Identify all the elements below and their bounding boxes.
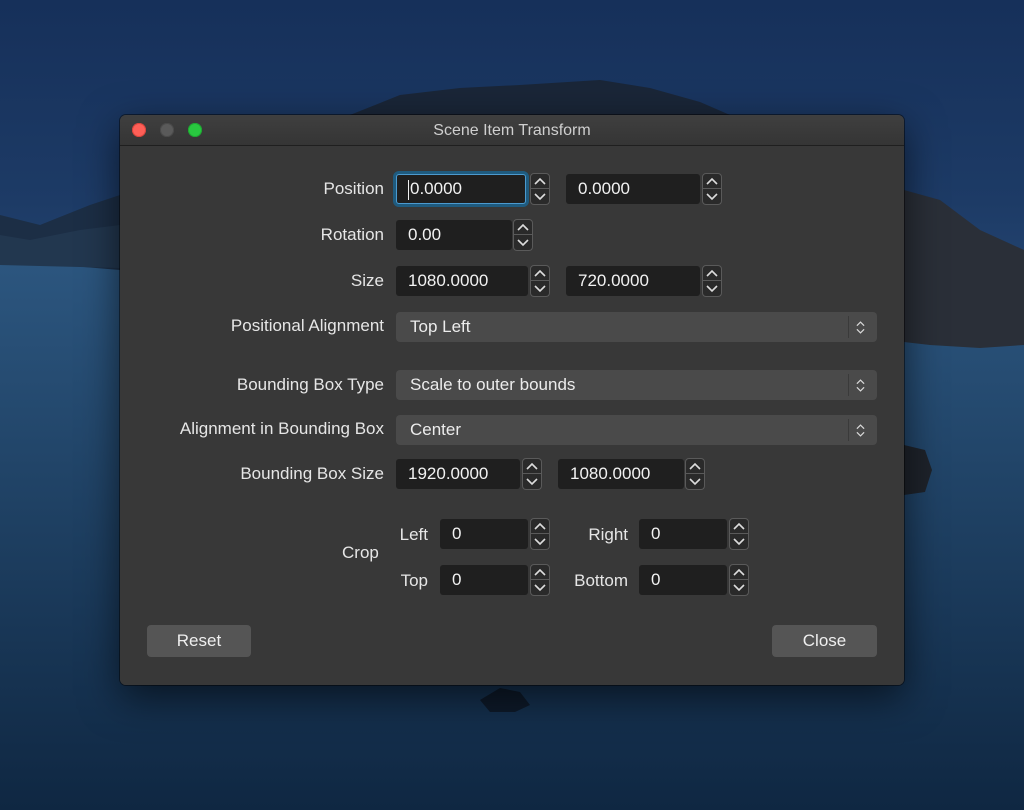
position-label: Position — [323, 179, 384, 198]
size-label: Size — [350, 271, 384, 290]
position-x-value: 0.0000 — [410, 179, 462, 198]
crop-top-label: Top — [400, 571, 428, 590]
crop-top-decrement-button[interactable] — [530, 580, 550, 596]
chevron-down-icon — [534, 537, 546, 545]
crop-bottom-increment-button[interactable] — [729, 564, 749, 580]
crop-bottom-label: Bottom — [574, 571, 628, 590]
bounding-box-width-increment-button[interactable] — [522, 458, 542, 474]
size-width-increment-button[interactable] — [530, 265, 550, 281]
chevron-up-icon — [534, 522, 546, 530]
window-title: Scene Item Transform — [433, 122, 591, 139]
bounding-box-type-label: Bounding Box Type — [236, 375, 384, 394]
chevron-down-icon — [706, 192, 718, 200]
crop-top-stepper[interactable] — [530, 564, 550, 596]
chevron-up-icon — [706, 269, 718, 277]
positional-alignment-select[interactable]: Top Left — [396, 312, 877, 342]
chevron-up-icon — [733, 568, 745, 576]
crop-left-stepper[interactable] — [530, 518, 550, 550]
size-height-input[interactable]: 720.0000 — [566, 266, 700, 296]
chevron-up-icon — [534, 568, 546, 576]
reset-button[interactable]: Reset — [147, 625, 251, 657]
title-bar[interactable]: Scene Item Transform — [120, 115, 904, 146]
position-x-increment-button[interactable] — [530, 173, 550, 189]
rotation-increment-button[interactable] — [513, 219, 533, 235]
crop-bottom-input[interactable]: 0 — [639, 565, 727, 595]
chevron-up-icon — [706, 177, 718, 185]
positional-alignment-label: Positional Alignment — [230, 316, 384, 335]
crop-right-stepper[interactable] — [729, 518, 749, 550]
rotation-input[interactable]: 0.00 — [396, 220, 512, 250]
crop-bottom-stepper[interactable] — [729, 564, 749, 596]
crop-left-decrement-button[interactable] — [530, 534, 550, 550]
bounding-box-type-select[interactable]: Scale to outer bounds — [396, 370, 877, 400]
close-button[interactable]: Close — [772, 625, 877, 657]
position-y-stepper[interactable] — [702, 173, 722, 205]
chevron-up-icon — [689, 462, 701, 470]
position-y-decrement-button[interactable] — [702, 189, 722, 205]
size-width-input[interactable]: 1080.0000 — [396, 266, 528, 296]
crop-left-increment-button[interactable] — [530, 518, 550, 534]
chevron-down-icon — [733, 583, 745, 591]
position-x-input[interactable]: 0.0000 — [396, 174, 526, 204]
bounding-box-width-stepper[interactable] — [522, 458, 542, 490]
crop-top-increment-button[interactable] — [530, 564, 550, 580]
crop-right-label: Right — [588, 525, 628, 544]
position-x-decrement-button[interactable] — [530, 189, 550, 205]
crop-right-input[interactable]: 0 — [639, 519, 727, 549]
chevron-up-icon — [534, 269, 546, 277]
bounding-box-size-label: Bounding Box Size — [240, 464, 384, 483]
crop-left-label: Left — [399, 525, 428, 544]
rotation-decrement-button[interactable] — [513, 235, 533, 251]
chevron-down-icon — [526, 477, 538, 485]
crop-bottom-decrement-button[interactable] — [729, 580, 749, 596]
scene-item-transform-window: Scene Item Transform Position 0.0000 0.0… — [120, 115, 904, 685]
crop-right-increment-button[interactable] — [729, 518, 749, 534]
crop-top-input[interactable]: 0 — [440, 565, 528, 595]
size-height-increment-button[interactable] — [702, 265, 722, 281]
select-updown-icon — [848, 316, 871, 338]
position-y-increment-button[interactable] — [702, 173, 722, 189]
position-x-stepper[interactable] — [530, 173, 550, 205]
size-height-decrement-button[interactable] — [702, 281, 722, 297]
positional-alignment-value: Top Left — [410, 317, 471, 336]
chevron-down-icon — [517, 238, 529, 246]
crop-label: Crop — [342, 543, 379, 562]
bounding-box-height-input[interactable]: 1080.0000 — [558, 459, 684, 489]
rotation-stepper[interactable] — [513, 219, 533, 251]
dialog-content: Position 0.0000 0.0000 Rotation 0.00 Siz… — [120, 146, 904, 685]
position-y-input[interactable]: 0.0000 — [566, 174, 700, 204]
select-updown-icon — [848, 419, 871, 441]
crop-left-input[interactable]: 0 — [440, 519, 528, 549]
bounding-box-height-stepper[interactable] — [685, 458, 705, 490]
chevron-up-icon — [733, 522, 745, 530]
bounding-box-type-value: Scale to outer bounds — [410, 375, 576, 394]
bounding-box-width-decrement-button[interactable] — [522, 474, 542, 490]
chevron-down-icon — [534, 192, 546, 200]
alignment-in-bounding-box-select[interactable]: Center — [396, 415, 877, 445]
chevron-down-icon — [534, 284, 546, 292]
alignment-in-bounding-box-label: Alignment in Bounding Box — [179, 419, 384, 438]
bounding-box-width-input[interactable]: 1920.0000 — [396, 459, 520, 489]
bounding-box-height-decrement-button[interactable] — [685, 474, 705, 490]
chevron-up-icon — [534, 177, 546, 185]
chevron-up-icon — [526, 462, 538, 470]
chevron-up-icon — [517, 223, 529, 231]
text-caret — [408, 179, 409, 200]
chevron-down-icon — [733, 537, 745, 545]
alignment-in-bounding-box-value: Center — [410, 420, 462, 439]
bounding-box-height-increment-button[interactable] — [685, 458, 705, 474]
crop-right-decrement-button[interactable] — [729, 534, 749, 550]
size-width-stepper[interactable] — [530, 265, 550, 297]
chevron-down-icon — [706, 284, 718, 292]
size-height-stepper[interactable] — [702, 265, 722, 297]
rotation-label: Rotation — [320, 225, 384, 244]
chevron-down-icon — [534, 583, 546, 591]
select-updown-icon — [848, 374, 871, 396]
chevron-down-icon — [689, 477, 701, 485]
size-width-decrement-button[interactable] — [530, 281, 550, 297]
